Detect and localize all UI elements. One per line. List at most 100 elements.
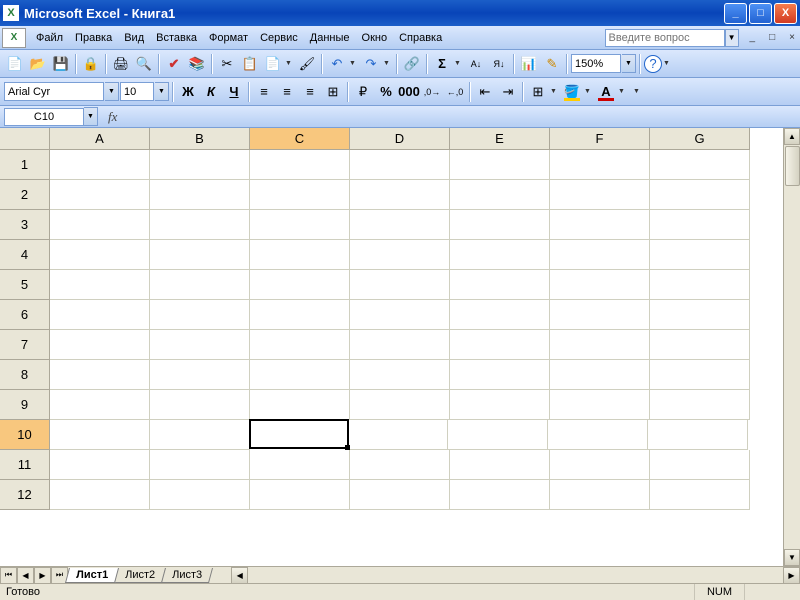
sheet-tab-3[interactable]: Лист3 (161, 568, 213, 583)
cell-C8[interactable] (250, 360, 350, 390)
currency-button[interactable]: ₽ (352, 81, 374, 103)
cell-E11[interactable] (450, 450, 550, 480)
permission-button[interactable]: 🔒 (80, 53, 102, 75)
cell-G3[interactable] (650, 210, 750, 240)
doc-close-button[interactable]: × (786, 32, 798, 43)
cell-C11[interactable] (250, 450, 350, 480)
cell-A11[interactable] (50, 450, 150, 480)
font-name-input[interactable] (4, 82, 104, 101)
cell-D6[interactable] (350, 300, 450, 330)
cell-F6[interactable] (550, 300, 650, 330)
menu-tools[interactable]: Сервис (254, 29, 304, 47)
paste-dropdown[interactable]: ▼ (285, 60, 295, 67)
redo-dropdown[interactable]: ▼ (383, 60, 393, 67)
cell-D7[interactable] (350, 330, 450, 360)
cell-F7[interactable] (550, 330, 650, 360)
col-header-f[interactable]: F (550, 128, 650, 150)
increase-decimal-button[interactable]: ,0→ (421, 81, 443, 103)
scroll-up-button[interactable]: ▲ (784, 128, 800, 145)
row-header-8[interactable]: 8 (0, 360, 50, 390)
cell-G1[interactable] (650, 150, 750, 180)
cell-A12[interactable] (50, 480, 150, 510)
close-button[interactable]: X (774, 3, 797, 24)
bold-button[interactable]: Ж (177, 81, 199, 103)
document-icon[interactable]: X (2, 28, 26, 48)
cell-D8[interactable] (350, 360, 450, 390)
cell-D2[interactable] (350, 180, 450, 210)
cell-E5[interactable] (450, 270, 550, 300)
cell-F10[interactable] (548, 420, 648, 450)
menu-window[interactable]: Окно (356, 29, 394, 47)
cell-D5[interactable] (350, 270, 450, 300)
cell-G8[interactable] (650, 360, 750, 390)
underline-button[interactable]: Ч (223, 81, 245, 103)
cell-E4[interactable] (450, 240, 550, 270)
sheet-tab-1[interactable]: Лист1 (65, 568, 119, 583)
name-box-dropdown[interactable]: ▼ (84, 107, 98, 126)
cell-D9[interactable] (350, 390, 450, 420)
cell-C6[interactable] (250, 300, 350, 330)
font-color-dropdown[interactable]: ▼ (618, 88, 628, 95)
cell-B1[interactable] (150, 150, 250, 180)
cell-A10[interactable] (50, 420, 150, 450)
cell-F2[interactable] (550, 180, 650, 210)
cell-B12[interactable] (150, 480, 250, 510)
cell-F4[interactable] (550, 240, 650, 270)
cell-G11[interactable] (650, 450, 750, 480)
cell-E2[interactable] (450, 180, 550, 210)
menu-data[interactable]: Данные (304, 29, 356, 47)
cell-C7[interactable] (250, 330, 350, 360)
align-right-button[interactable]: ≡ (299, 81, 321, 103)
cell-E6[interactable] (450, 300, 550, 330)
cell-F3[interactable] (550, 210, 650, 240)
scroll-right-button[interactable]: ▶ (783, 567, 800, 584)
col-header-a[interactable]: A (50, 128, 150, 150)
zoom-input[interactable]: 150% (571, 54, 621, 73)
row-header-10[interactable]: 10 (0, 420, 50, 450)
menu-view[interactable]: Вид (118, 29, 150, 47)
cell-D3[interactable] (350, 210, 450, 240)
menu-format[interactable]: Формат (203, 29, 254, 47)
cell-A6[interactable] (50, 300, 150, 330)
select-all-corner[interactable] (0, 128, 50, 150)
cell-E12[interactable] (450, 480, 550, 510)
drawing-button[interactable]: ✎ (541, 53, 563, 75)
ask-question-input[interactable] (605, 29, 725, 47)
cell-A1[interactable] (50, 150, 150, 180)
row-header-1[interactable]: 1 (0, 150, 50, 180)
cell-B10[interactable] (150, 420, 250, 450)
scroll-thumb-v[interactable] (785, 146, 800, 186)
cell-E3[interactable] (450, 210, 550, 240)
tab-nav-first[interactable]: ⏮ (0, 567, 17, 584)
cell-G10[interactable] (648, 420, 748, 450)
row-header-9[interactable]: 9 (0, 390, 50, 420)
comma-button[interactable]: 000 (398, 81, 420, 103)
cell-A8[interactable] (50, 360, 150, 390)
row-header-5[interactable]: 5 (0, 270, 50, 300)
cell-C3[interactable] (250, 210, 350, 240)
cell-E8[interactable] (450, 360, 550, 390)
maximize-button[interactable]: □ (749, 3, 772, 24)
fill-dropdown[interactable]: ▼ (584, 88, 594, 95)
open-button[interactable]: 📂 (27, 53, 49, 75)
cell-F12[interactable] (550, 480, 650, 510)
col-header-g[interactable]: G (650, 128, 750, 150)
toolbar-options[interactable]: ▼ (663, 60, 673, 67)
align-center-button[interactable]: ≡ (276, 81, 298, 103)
autosum-dropdown[interactable]: ▼ (454, 60, 464, 67)
cell-D1[interactable] (350, 150, 450, 180)
cell-F1[interactable] (550, 150, 650, 180)
decrease-indent-button[interactable]: ⇤ (474, 81, 496, 103)
cell-A4[interactable] (50, 240, 150, 270)
borders-button[interactable]: ⊞ (527, 81, 549, 103)
cell-D11[interactable] (350, 450, 450, 480)
cell-F8[interactable] (550, 360, 650, 390)
row-header-11[interactable]: 11 (0, 450, 50, 480)
increase-indent-button[interactable]: ⇥ (497, 81, 519, 103)
cell-G5[interactable] (650, 270, 750, 300)
doc-restore-button[interactable]: □ (766, 32, 778, 43)
print-preview-button[interactable]: 🔍 (133, 53, 155, 75)
cell-C4[interactable] (250, 240, 350, 270)
font-size-input[interactable] (120, 82, 154, 101)
cell-E10[interactable] (448, 420, 548, 450)
